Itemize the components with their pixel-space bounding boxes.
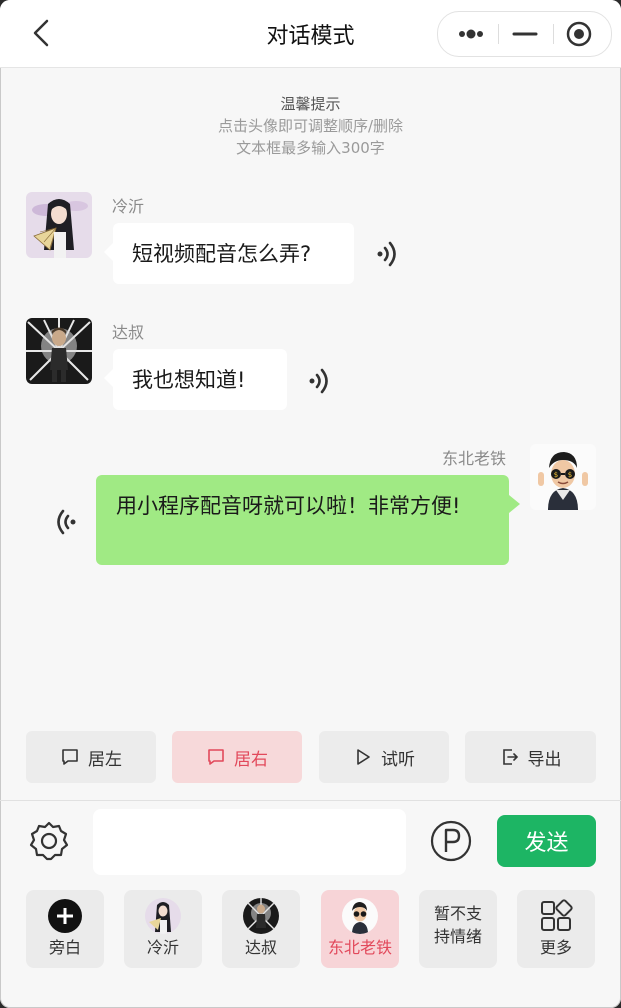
chip-label: 试听 bbox=[381, 749, 415, 770]
nav-bar: 对话模式 bbox=[0, 0, 621, 68]
message-text: 用小程序配音呀就可以啦！非常方便! bbox=[116, 494, 461, 518]
send-button[interactable]: 发送 bbox=[497, 815, 596, 867]
tile-narrator[interactable]: 旁白 bbox=[26, 890, 104, 968]
voice-play-icon[interactable] bbox=[305, 366, 335, 396]
play-icon bbox=[357, 749, 370, 765]
tile-dashu[interactable]: 达叔 bbox=[222, 890, 300, 968]
voice-play-icon[interactable] bbox=[373, 239, 403, 269]
chat-bubble-icon bbox=[208, 749, 224, 765]
tile-lengyi[interactable]: 冷沂 bbox=[124, 890, 202, 968]
grid-icon bbox=[541, 899, 573, 931]
avatar bbox=[145, 898, 181, 934]
gear-icon[interactable] bbox=[26, 818, 72, 864]
speaker-name: 东北老铁 bbox=[442, 449, 507, 468]
tip-line: 点击头像即可调整顺序/删除 bbox=[217, 117, 404, 135]
voice-play-icon[interactable] bbox=[50, 507, 80, 537]
tip-heading: 温馨提示 bbox=[280, 95, 341, 113]
message-bubble-self[interactable]: 用小程序配音呀就可以啦！非常方便! bbox=[96, 475, 520, 565]
avatar-dongbei-laotie[interactable]: $ $ bbox=[530, 444, 596, 510]
app-frame: 对话模式 温馨提示 点击头像即可调整顺序/删除 文本框最多输入300字 冷沂 短… bbox=[0, 0, 621, 1008]
close-target-icon[interactable] bbox=[552, 12, 607, 56]
tile-label: 旁白 bbox=[48, 938, 81, 957]
avatar-lengyi[interactable] bbox=[26, 192, 92, 258]
chip-label: 导出 bbox=[527, 749, 562, 770]
minimize-icon[interactable] bbox=[498, 12, 553, 56]
export-button[interactable]: 导出 bbox=[465, 731, 596, 783]
tile-dongbei-laotie[interactable]: 东北老铁 bbox=[321, 890, 399, 968]
export-icon bbox=[502, 749, 518, 765]
chip-label: 居左 bbox=[88, 749, 122, 770]
chat-bubble-icon bbox=[62, 749, 78, 765]
divider bbox=[0, 800, 621, 801]
text-input[interactable] bbox=[93, 809, 406, 875]
message-bubble[interactable]: 短视频配音怎么弄? bbox=[104, 223, 354, 284]
avatar bbox=[243, 898, 279, 934]
svg-text:$: $ bbox=[568, 471, 572, 479]
bubble-tail bbox=[104, 243, 113, 261]
bubble-tail bbox=[104, 369, 113, 387]
more-dots-icon[interactable] bbox=[443, 12, 498, 56]
speaker-name: 冷沂 bbox=[112, 197, 145, 216]
avatar bbox=[342, 898, 378, 934]
tile-label: 冷沂 bbox=[146, 938, 179, 957]
preview-button[interactable]: 试听 bbox=[319, 731, 449, 783]
speaker-name: 达叔 bbox=[112, 323, 145, 342]
tile-label-line: 暂不支 bbox=[433, 904, 482, 923]
bubble-tail bbox=[509, 495, 520, 513]
mini-program-capsule bbox=[437, 11, 612, 57]
message-text: 我也想知道! bbox=[132, 368, 246, 392]
align-right-button[interactable]: 居右 bbox=[172, 731, 302, 783]
message-text: 短视频配音怎么弄? bbox=[132, 242, 312, 266]
parking-p-icon[interactable] bbox=[428, 818, 474, 864]
tile-label-line: 持情绪 bbox=[433, 927, 482, 946]
tile-label: 暂不支 持情绪 bbox=[419, 902, 497, 948]
chip-label: 居右 bbox=[234, 749, 268, 770]
tip-line: 文本框最多输入300字 bbox=[236, 139, 385, 157]
message-bubble[interactable]: 我也想知道! bbox=[104, 349, 287, 410]
tile-label: 更多 bbox=[539, 938, 572, 957]
avatar-dashu[interactable] bbox=[26, 318, 92, 384]
align-left-button[interactable]: 居左 bbox=[26, 731, 156, 783]
tile-emotion-unsupported[interactable]: 暂不支 持情绪 bbox=[419, 890, 497, 968]
tile-more[interactable]: 更多 bbox=[517, 890, 595, 968]
add-circle-icon bbox=[48, 899, 82, 933]
tile-label: 东北老铁 bbox=[327, 938, 392, 957]
svg-text:$: $ bbox=[554, 471, 558, 479]
tile-label: 达叔 bbox=[244, 938, 277, 957]
